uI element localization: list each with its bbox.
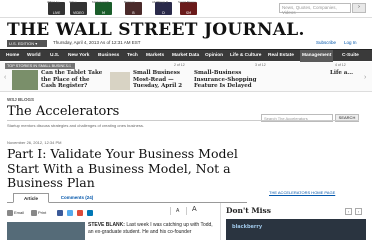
carousel-pager: 1 of 12 bbox=[64, 63, 75, 67]
edition-selector[interactable]: U.S. EDITION ▾ bbox=[7, 40, 47, 47]
post-timestamp: November 26, 2012, 12:34 PM bbox=[7, 140, 62, 145]
dont-miss-image-caption: blackberry bbox=[232, 224, 263, 230]
small-business-carousel: TOP STORIES IN SMALL BUSINESS ‹ 1 of 12 … bbox=[0, 62, 372, 92]
share-toolbar: Email Print bbox=[7, 208, 187, 217]
article-tabs: Article Comments (24) bbox=[7, 193, 247, 203]
blog-title[interactable]: The Accelerators bbox=[7, 104, 119, 119]
nav-business[interactable]: Business bbox=[98, 50, 119, 62]
carousel-story-1[interactable]: Can the Tablet Take the Place of the Cas… bbox=[41, 70, 103, 90]
top-strip: LIVE VIDEO M B D SM WSJ Live Video Marke… bbox=[0, 0, 372, 18]
carousel-story-2[interactable]: Small Business Most-Read — Tuesday, Apri… bbox=[133, 70, 189, 90]
google-plus-button[interactable] bbox=[77, 208, 84, 217]
smartmoney-label[interactable]: Smart Money bbox=[178, 0, 196, 4]
nav-management[interactable]: Management bbox=[300, 50, 334, 62]
wsj-live-label[interactable]: WSJ Live bbox=[47, 0, 60, 4]
dont-miss-prev-icon[interactable]: ‹ bbox=[345, 208, 352, 215]
carousel-story-4[interactable]: Life a... bbox=[330, 70, 364, 77]
dont-miss-next-icon[interactable]: › bbox=[355, 208, 362, 215]
subscribe-link[interactable]: Subscribe bbox=[316, 40, 336, 45]
google-plus-icon bbox=[77, 209, 83, 216]
envelope-icon bbox=[7, 209, 13, 216]
main-nav: Home World U.S. New York Business Tech M… bbox=[0, 49, 372, 62]
carousel-pager: 4 of 12 bbox=[335, 63, 346, 67]
text-larger-button[interactable]: A bbox=[192, 206, 197, 213]
article-headline: Part I: Validate Your Business Model Sta… bbox=[7, 146, 238, 190]
dateline: Thursday, April 4, 2013 As of 12:31 AM E… bbox=[53, 40, 141, 45]
site-search-button[interactable]: › bbox=[352, 3, 366, 13]
nav-us[interactable]: U.S. bbox=[50, 50, 59, 62]
allthingsd-label[interactable]: All Things D bbox=[152, 0, 168, 4]
linkedin-icon bbox=[87, 209, 93, 216]
twitter-button[interactable] bbox=[67, 208, 74, 217]
nav-market-data[interactable]: Market Data bbox=[172, 50, 199, 62]
twitter-icon bbox=[67, 209, 73, 216]
nav-opinion[interactable]: Opinion bbox=[205, 50, 223, 62]
nav-real-estate[interactable]: Real Estate bbox=[268, 50, 294, 62]
email-button[interactable]: Email bbox=[7, 208, 24, 217]
barrons-label[interactable]: Barron's bbox=[124, 0, 135, 4]
tab-comments[interactable]: Comments (24) bbox=[57, 193, 97, 203]
masthead-logo[interactable]: THE WALL STREET JOURNAL. bbox=[7, 20, 305, 40]
login-link[interactable]: Log In bbox=[344, 40, 357, 45]
blogs-label[interactable]: WSJ BLOGS bbox=[7, 97, 34, 102]
marketwatch-label[interactable]: Marketwatch bbox=[92, 0, 109, 4]
article-body: STEVE BLANK: Last week I was catching up… bbox=[88, 222, 218, 236]
nav-markets[interactable]: Markets bbox=[146, 50, 164, 62]
nav-world[interactable]: World bbox=[27, 50, 41, 62]
nav-new-york[interactable]: New York bbox=[68, 50, 89, 62]
carousel-pager: 3 of 12 bbox=[255, 63, 266, 67]
dont-miss-heading: Don't Miss bbox=[226, 206, 271, 215]
story-thumbnail[interactable] bbox=[110, 72, 130, 90]
nav-life-culture[interactable]: Life & Culture bbox=[230, 50, 261, 62]
printer-icon bbox=[31, 209, 37, 216]
column-divider bbox=[220, 203, 221, 240]
divider bbox=[7, 120, 359, 121]
facebook-icon bbox=[57, 209, 63, 216]
text-smaller-button[interactable]: A bbox=[176, 208, 179, 214]
print-button[interactable]: Print bbox=[31, 208, 46, 217]
blog-description: Startup mentors discuss strategies and c… bbox=[7, 123, 144, 128]
divider bbox=[186, 207, 187, 215]
carousel-prev-icon[interactable]: ‹ bbox=[4, 74, 6, 81]
story-thumbnail[interactable] bbox=[12, 70, 38, 90]
divider bbox=[170, 207, 171, 215]
article-photo bbox=[7, 222, 85, 240]
tab-article[interactable]: Article bbox=[13, 193, 49, 203]
email-label: Email bbox=[14, 210, 25, 215]
byline-name: STEVE BLANK: bbox=[88, 222, 125, 228]
nav-tech[interactable]: Tech bbox=[127, 50, 138, 62]
site-search-input[interactable]: News, Quotes, Companies, Videos bbox=[279, 3, 351, 15]
video-label[interactable]: Video bbox=[69, 0, 77, 4]
blog-home-link[interactable]: THE ACCELERATORS HOME PAGE bbox=[269, 190, 335, 195]
carousel-next-icon[interactable]: › bbox=[364, 74, 366, 81]
nav-c-suite[interactable]: C-Suite bbox=[342, 50, 359, 62]
carousel-pager: 2 of 12 bbox=[174, 63, 185, 67]
nav-home[interactable]: Home bbox=[6, 50, 19, 62]
carousel-story-3[interactable]: Small-Business Insurance-Shopping Featur… bbox=[194, 70, 272, 90]
dont-miss-image[interactable]: blackberry bbox=[226, 219, 366, 240]
facebook-button[interactable] bbox=[57, 208, 64, 217]
linkedin-button[interactable] bbox=[87, 208, 94, 217]
print-label: Print bbox=[38, 210, 47, 215]
